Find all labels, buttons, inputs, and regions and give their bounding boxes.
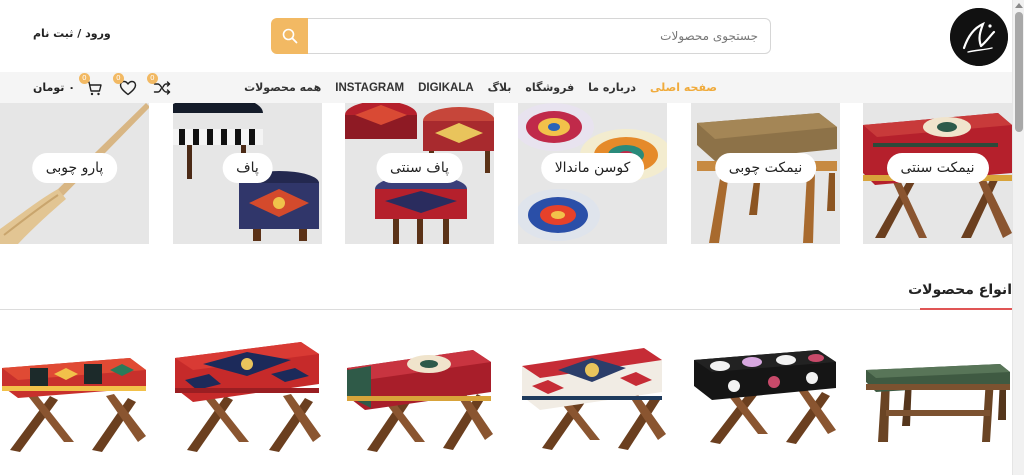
nav-item-instagram[interactable]: INSTAGRAM — [335, 82, 404, 94]
compare-count-badge: 0 — [146, 72, 158, 84]
nav-item-digikala[interactable]: DIGIKALA — [418, 82, 474, 94]
category-grid: نیمکت سنتی نیمکت چوبی کوسن ماندالا پاف س… — [0, 103, 1012, 244]
paisley-bench-image — [694, 350, 836, 444]
section-title: انواع محصولات — [908, 282, 1012, 298]
product-grid — [0, 330, 1012, 475]
green-cushion-bench-image — [866, 364, 1010, 442]
category-label: کوسن ماندالا — [540, 153, 645, 183]
cart-button[interactable]: 0 — [78, 72, 103, 97]
product-card[interactable] — [345, 330, 495, 475]
category-traditional-pouf[interactable]: پاف سنتی — [345, 103, 494, 244]
search-box — [271, 18, 771, 54]
product-card[interactable] — [518, 330, 668, 475]
category-label: پاف — [222, 153, 273, 183]
main-menu: صفحه اصلی درباره ما فروشگاه بلاگ DIGIKAL… — [244, 72, 717, 103]
section-divider — [0, 309, 1012, 310]
main-nav-bar: صفحه اصلی درباره ما فروشگاه بلاگ DIGIKAL… — [0, 72, 1012, 103]
product-card[interactable] — [0, 330, 150, 475]
wishlist-count-badge: 0 — [112, 72, 124, 84]
search-input[interactable] — [307, 18, 771, 54]
category-label: نیمکت سنتی — [886, 153, 989, 183]
search-button[interactable] — [271, 18, 308, 54]
product-card[interactable] — [173, 330, 323, 475]
carpet-bench-image — [175, 342, 321, 452]
category-mandala-cushion[interactable]: کوسن ماندالا — [518, 103, 667, 244]
nav-item-home[interactable]: صفحه اصلی — [650, 81, 717, 94]
category-wooden-paddle[interactable]: پارو چوبی — [0, 103, 149, 244]
kilim-bench-image — [347, 350, 493, 452]
product-card[interactable] — [862, 330, 1012, 475]
header-tools: ۰ تومان 0 0 0 — [33, 72, 187, 103]
red-kilim-bench-image — [2, 358, 146, 452]
category-label: نیمکت چوبی — [714, 153, 817, 183]
category-label: پاف سنتی — [376, 153, 463, 183]
wishlist-button[interactable]: 0 — [112, 72, 137, 97]
nav-item-all-products[interactable]: همه محصولات — [244, 81, 321, 94]
category-wooden-bench[interactable]: نیمکت چوبی — [691, 103, 840, 244]
medallion-bench-image — [522, 348, 666, 450]
category-traditional-bench[interactable]: نیمکت سنتی — [863, 103, 1012, 244]
cart-count-badge: 0 — [78, 72, 90, 84]
category-label: پارو چوبی — [31, 153, 118, 183]
login-register-link[interactable]: ورود / ثبت نام — [33, 27, 111, 40]
scroll-up-arrow-icon[interactable] — [1015, 3, 1023, 8]
nav-item-about[interactable]: درباره ما — [588, 81, 636, 94]
top-header: ورود / ثبت نام — [0, 0, 1012, 72]
scroll-thumb[interactable] — [1015, 12, 1023, 132]
nav-item-shop[interactable]: فروشگاه — [525, 81, 574, 94]
section-title-underline — [920, 308, 1012, 310]
category-pouf[interactable]: پاف — [173, 103, 322, 244]
compare-button[interactable]: 0 — [146, 72, 171, 97]
brand-logo-icon[interactable] — [950, 8, 1008, 66]
product-card[interactable] — [690, 330, 840, 475]
nav-item-blog[interactable]: بلاگ — [488, 81, 512, 94]
search-icon — [282, 28, 297, 44]
cart-total[interactable]: ۰ تومان — [33, 81, 75, 94]
page-scrollbar[interactable] — [1012, 0, 1024, 475]
